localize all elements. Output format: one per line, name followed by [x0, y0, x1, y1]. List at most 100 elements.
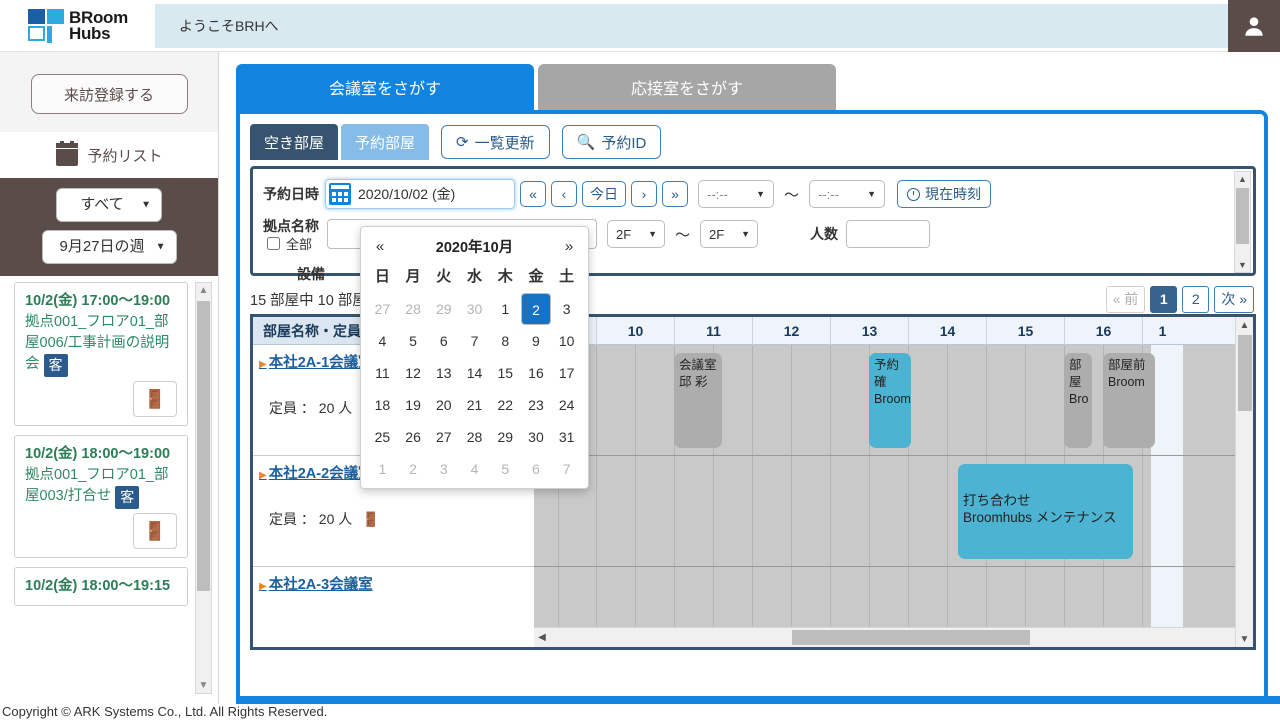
exit-door-icon[interactable]: 🚪: [133, 381, 177, 417]
date-cell-31[interactable]: 31: [551, 421, 582, 453]
date-cell-19[interactable]: 19: [398, 389, 429, 421]
date-cell-20[interactable]: 20: [428, 389, 459, 421]
date-cell-7[interactable]: 7: [459, 325, 490, 357]
reservation-id-search-button[interactable]: 🔍 予約ID: [561, 125, 662, 159]
timeline-body[interactable]: 会議室 邱 彩 予約確 Broom 部屋 Bro 部屋前 Broom 打ち合わせ…: [534, 345, 1235, 647]
scroll-up-icon[interactable]: ▲: [1235, 172, 1250, 186]
date-cell-29[interactable]: 29: [490, 421, 521, 453]
date-cell-1[interactable]: 1: [490, 293, 521, 325]
date-first-button[interactable]: «: [520, 181, 546, 207]
month-next-button[interactable]: »: [556, 238, 582, 255]
date-cell-29[interactable]: 29: [428, 293, 459, 325]
date-cell-4[interactable]: 4: [459, 453, 490, 485]
subtab-reserved-rooms[interactable]: 予約部屋: [341, 124, 430, 160]
time-to-select[interactable]: --:-- ▼: [809, 180, 886, 208]
date-cell-7[interactable]: 7: [551, 453, 582, 485]
exit-door-icon[interactable]: 🚪: [133, 513, 177, 549]
date-today-button[interactable]: 今日: [582, 181, 626, 207]
floor-from-select[interactable]: 2F ▼: [607, 220, 665, 248]
date-cell-13[interactable]: 13: [428, 357, 459, 389]
people-count-input[interactable]: [846, 220, 931, 248]
tab-search-meeting-room[interactable]: 会議室をさがす: [236, 64, 534, 110]
date-cell-25[interactable]: 25: [367, 421, 398, 453]
date-cell-8[interactable]: 8: [490, 325, 521, 357]
date-cell-22[interactable]: 22: [490, 389, 521, 421]
date-cell-21[interactable]: 21: [459, 389, 490, 421]
current-time-button[interactable]: 現在時刻: [897, 180, 992, 208]
date-cell-5[interactable]: 5: [490, 453, 521, 485]
date-cell-17[interactable]: 17: [551, 357, 582, 389]
date-cell-15[interactable]: 15: [490, 357, 521, 389]
date-cell-30[interactable]: 30: [521, 421, 552, 453]
user-avatar-icon[interactable]: [1228, 0, 1280, 52]
scroll-left-icon[interactable]: ◀: [534, 628, 550, 647]
date-cell-16[interactable]: 16: [521, 357, 552, 389]
brand-logo[interactable]: BRoom Hubs: [0, 0, 155, 52]
reservation-date-input[interactable]: [356, 185, 511, 203]
date-last-button[interactable]: »: [662, 181, 688, 207]
date-cell-27[interactable]: 27: [428, 421, 459, 453]
scroll-down-icon[interactable]: ▼: [196, 678, 211, 693]
list-item[interactable]: 10/2(金) 18:00〜19:15: [14, 567, 188, 606]
booking-block[interactable]: 部屋前 Broom: [1103, 353, 1155, 448]
booking-block[interactable]: 会議室 邱 彩: [674, 353, 722, 448]
month-prev-button[interactable]: «: [367, 238, 393, 255]
date-cell-23[interactable]: 23: [521, 389, 552, 421]
room-name-text: 本社2A-3会議室: [268, 577, 373, 593]
scrollbar-thumb[interactable]: [792, 630, 1030, 645]
schedule-vertical-scrollbar[interactable]: ▲ ▼: [1235, 317, 1253, 647]
time-from-select[interactable]: --:-- ▼: [698, 180, 774, 208]
date-prev-button[interactable]: ‹: [551, 181, 577, 207]
list-item[interactable]: 10/2(金) 18:00〜19:00 拠点001_フロア01_部屋003/打合…: [14, 435, 188, 558]
booking-block[interactable]: 予約確 Broom: [869, 353, 911, 448]
date-cell-9[interactable]: 9: [521, 325, 552, 357]
search-box-scrollbar[interactable]: ▲ ▼: [1234, 171, 1251, 273]
scroll-down-icon[interactable]: ▼: [1236, 631, 1253, 647]
refresh-list-button[interactable]: ⟳ 一覧更新: [441, 125, 550, 159]
date-cell-2[interactable]: 2: [398, 453, 429, 485]
date-cell-14[interactable]: 14: [459, 357, 490, 389]
visitor-registration-button[interactable]: 来訪登録する: [30, 74, 188, 114]
floor-to-select[interactable]: 2F ▼: [700, 220, 759, 248]
scroll-down-icon[interactable]: ▼: [1235, 258, 1250, 272]
filter-week-select[interactable]: 9月27日の週 ▼: [41, 230, 177, 264]
date-cell-26[interactable]: 26: [398, 421, 429, 453]
subtab-vacant-rooms[interactable]: 空き部屋: [250, 124, 339, 160]
date-cell-10[interactable]: 10: [551, 325, 582, 357]
date-cell-5[interactable]: 5: [398, 325, 429, 357]
date-cell-12[interactable]: 12: [398, 357, 429, 389]
base-all-checkbox[interactable]: [267, 236, 280, 250]
date-cell-28[interactable]: 28: [398, 293, 429, 325]
date-next-button[interactable]: ›: [631, 181, 657, 207]
scrollbar-thumb[interactable]: [197, 301, 210, 591]
date-cell-3[interactable]: 3: [551, 293, 582, 325]
base-all-checkbox-group[interactable]: 全部: [263, 234, 319, 253]
scroll-up-icon[interactable]: ▲: [1236, 317, 1253, 333]
date-cell-24[interactable]: 24: [551, 389, 582, 421]
timeline-scrollbar[interactable]: ◀ ▶: [534, 627, 1253, 647]
date-cell-6[interactable]: 6: [428, 325, 459, 357]
clock-icon: [907, 187, 921, 201]
date-cell-3[interactable]: 3: [428, 453, 459, 485]
date-cell-2[interactable]: 2: [520, 293, 552, 325]
date-cell-1[interactable]: 1: [367, 453, 398, 485]
date-cell-11[interactable]: 11: [367, 357, 398, 389]
date-cell-28[interactable]: 28: [459, 421, 490, 453]
calendar-picker-icon[interactable]: [329, 183, 351, 205]
booking-block[interactable]: 打ち合わせ Broomhubs メンテナンス: [958, 464, 1133, 559]
date-cell-27[interactable]: 27: [367, 293, 398, 325]
scrollbar-thumb[interactable]: [1238, 335, 1252, 411]
filter-scope-select[interactable]: すべて ▼: [56, 188, 162, 222]
reservation-list-scrollbar[interactable]: ▲ ▼: [195, 282, 212, 694]
date-cell-4[interactable]: 4: [367, 325, 398, 357]
room-link[interactable]: ▶ 本社2A-3会議室: [259, 573, 534, 594]
date-cell-18[interactable]: 18: [367, 389, 398, 421]
list-item[interactable]: 10/2(金) 17:00〜19:00 拠点001_フロア01_部屋006/工事…: [14, 282, 188, 426]
date-cell-30[interactable]: 30: [459, 293, 490, 325]
booking-block[interactable]: 部屋 Bro: [1064, 353, 1092, 448]
scrollbar-thumb[interactable]: [1236, 188, 1249, 244]
tab-search-reception-room[interactable]: 応接室をさがす: [538, 64, 836, 110]
date-cell-6[interactable]: 6: [521, 453, 552, 485]
scroll-up-icon[interactable]: ▲: [196, 283, 211, 298]
reservation-date-field[interactable]: [325, 179, 515, 209]
